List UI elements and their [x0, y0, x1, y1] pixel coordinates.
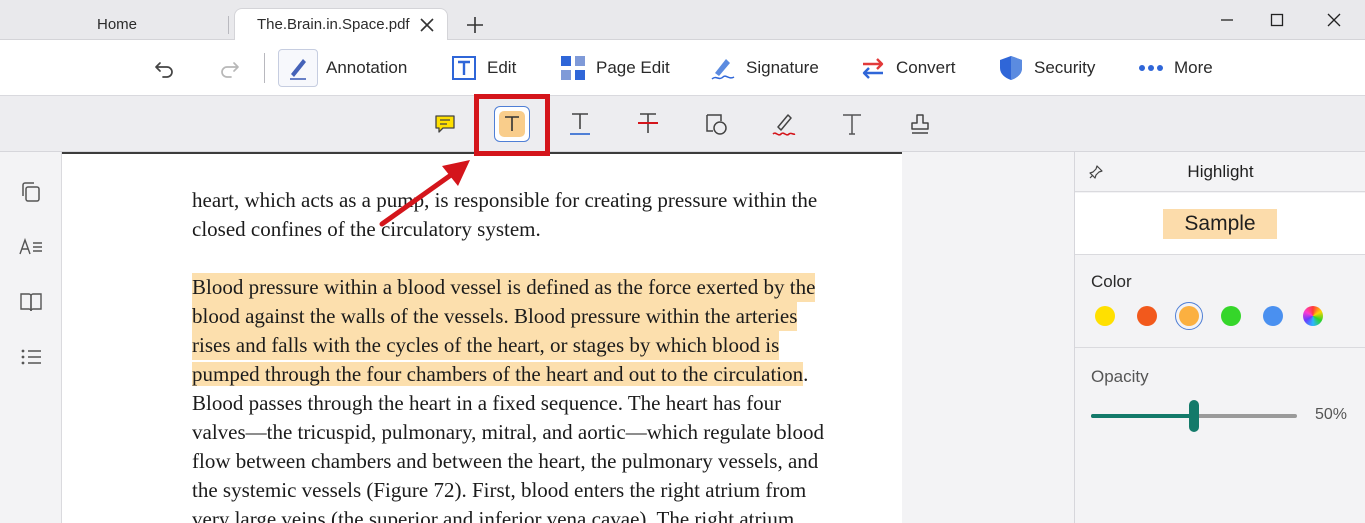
highlighted-line: Blood pressure within a blood vessel is …	[192, 273, 816, 302]
sticky-note-icon[interactable]	[427, 106, 463, 142]
tab-separator	[228, 16, 229, 34]
main-toolbar: Annotation Edit Page Edit Signature Conv…	[0, 40, 1365, 96]
signature-button[interactable]: Signature	[710, 40, 819, 96]
new-tab-icon[interactable]	[462, 12, 488, 38]
highlight-tool-icon[interactable]	[494, 106, 530, 142]
toolbar-separator	[264, 53, 265, 83]
annotation-pen-icon	[278, 49, 318, 87]
annotation-button[interactable]: Annotation	[278, 40, 407, 96]
panel-divider	[1075, 347, 1365, 348]
line-period: .	[803, 362, 809, 386]
title-bar: Home The.Brain.in.Space.pdf	[0, 0, 1365, 40]
list-icon[interactable]	[18, 344, 44, 370]
redo-icon[interactable]	[216, 54, 244, 82]
page-edit-label: Page Edit	[596, 58, 670, 77]
doc-line: the systemic vessels (Figure 72). First,…	[192, 478, 807, 502]
edit-text-icon	[452, 56, 476, 80]
annotation-toolbar	[0, 96, 1365, 152]
doc-line: heart, which acts as a pump, is responsi…	[192, 188, 818, 212]
opacity-slider[interactable]	[1091, 400, 1297, 432]
pin-icon[interactable]	[1089, 164, 1103, 184]
signature-label: Signature	[746, 58, 819, 77]
tab-document-label: The.Brain.in.Space.pdf	[257, 16, 410, 33]
color-swatch-orange-red[interactable]	[1137, 306, 1157, 326]
doc-line: very large veins (the superior and infer…	[192, 507, 795, 523]
properties-panel: Highlight Sample Color Opacity 50%	[1074, 152, 1365, 523]
convert-button[interactable]: Convert	[860, 40, 956, 96]
panel-title: Highlight	[1187, 161, 1254, 181]
color-swatch-blue[interactable]	[1263, 306, 1283, 326]
highlighted-line: blood against the walls of the vessels. …	[192, 302, 798, 331]
opacity-value: 50%	[1315, 406, 1348, 423]
bookmark-book-icon[interactable]	[18, 289, 44, 315]
convert-label: Convert	[896, 58, 956, 77]
page-grid-icon	[561, 56, 585, 80]
edit-button[interactable]: Edit	[451, 40, 516, 96]
close-tab-icon[interactable]	[417, 15, 437, 35]
doc-line: flow between chambers and between the he…	[192, 449, 819, 473]
document-viewer[interactable]: heart, which acts as a pump, is responsi…	[62, 152, 1074, 523]
undo-icon[interactable]	[150, 54, 178, 82]
close-window-icon[interactable]	[1314, 6, 1354, 34]
security-label: Security	[1034, 58, 1096, 77]
security-shield-icon	[1000, 56, 1022, 80]
doc-line: closed confines of the circulatory syste…	[192, 217, 541, 241]
annotation-label: Annotation	[326, 58, 408, 77]
tab-document[interactable]: The.Brain.in.Space.pdf	[234, 8, 448, 40]
minimize-icon[interactable]	[1207, 6, 1247, 34]
tab-home-label: Home	[96, 15, 137, 33]
edit-label: Edit	[487, 58, 517, 77]
page-edit-button[interactable]: Page Edit	[560, 40, 670, 96]
more-button[interactable]: More	[1138, 40, 1213, 96]
tab-home[interactable]: Home	[12, 8, 222, 40]
color-swatch-green[interactable]	[1221, 306, 1241, 326]
color-swatch-orange[interactable]	[1179, 306, 1199, 326]
underline-tool-icon[interactable]	[562, 106, 598, 142]
opacity-label: Opacity	[1091, 367, 1149, 386]
signature-pen-icon	[711, 59, 735, 80]
opacity-slider-thumb[interactable]	[1189, 400, 1199, 432]
color-label: Color	[1091, 272, 1132, 291]
shape-tool-icon[interactable]	[698, 106, 734, 142]
sample-preview: Sample	[1075, 193, 1365, 255]
stamp-tool-icon[interactable]	[902, 106, 938, 142]
more-label: More	[1174, 58, 1213, 77]
more-dots-icon	[1139, 65, 1163, 71]
highlight-text-icon	[499, 111, 525, 137]
highlighted-line: pumped through the four chambers of the …	[192, 362, 804, 386]
convert-arrows-icon	[862, 58, 884, 79]
panel-header: Highlight	[1075, 152, 1365, 192]
color-picker-icon[interactable]	[1303, 306, 1323, 326]
maximize-icon[interactable]	[1257, 6, 1297, 34]
color-swatch-yellow[interactable]	[1095, 306, 1115, 326]
opacity-slider-fill	[1091, 414, 1194, 418]
pencil-tool-icon[interactable]	[766, 106, 802, 142]
text-tool-icon[interactable]	[834, 106, 870, 142]
security-button[interactable]: Security	[998, 40, 1095, 96]
doc-line: valves—the tricuspid, pulmonary, mitral,…	[192, 420, 824, 444]
highlighted-line: rises and falls with the cycles of the h…	[192, 331, 780, 360]
doc-line: Blood passes through the heart in a fixe…	[192, 391, 782, 415]
highlighted-line-wrap: pumped through the four chambers of the …	[192, 360, 808, 389]
sample-text: Sample	[1163, 209, 1277, 239]
pages-copy-icon[interactable]	[18, 179, 44, 205]
strikethrough-tool-icon[interactable]	[630, 106, 666, 142]
text-outline-icon[interactable]	[18, 234, 44, 260]
pdf-editor-window: Home The.Brain.in.Space.pdf Annotation E…	[0, 0, 1365, 523]
left-sidebar	[0, 152, 62, 523]
pdf-page[interactable]: heart, which acts as a pump, is responsi…	[62, 152, 902, 523]
